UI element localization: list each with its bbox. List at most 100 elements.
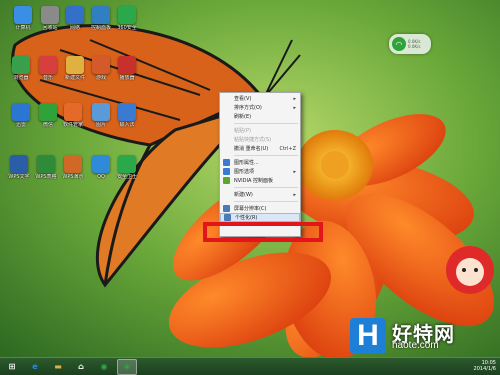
menu-separator (234, 155, 298, 156)
mascot (446, 246, 494, 294)
app-icon: ◉ (100, 362, 108, 371)
desktop-icon[interactable]: 软件管家 (60, 103, 86, 128)
guard-button[interactable]: ◈ (117, 358, 137, 375)
computer-icon (14, 6, 32, 24)
context-menu-item: 粘贴快捷方式(S) (220, 135, 300, 144)
music-icon (39, 56, 57, 74)
wifi-icon: ◠ (392, 37, 406, 51)
browser-icon (12, 56, 30, 74)
watermark-logo: H (350, 318, 386, 354)
wps-w-icon (10, 155, 28, 173)
explorer-button[interactable]: ▬ (48, 359, 68, 375)
thunder-icon (12, 103, 30, 121)
desktop-icon-label: 播放器 (119, 75, 135, 81)
desktop-icon-label: 安全卫士 (116, 174, 137, 180)
desktop-icon[interactable]: 新建文件 (62, 56, 88, 81)
clock-date: 2014/1/6 (473, 366, 496, 372)
game-icon (92, 56, 110, 74)
recycle-bin-icon (41, 6, 59, 24)
desktop-icon-label: 迅雷 (15, 122, 26, 128)
context-menu-item[interactable]: 图形属性... (220, 158, 300, 167)
taskbar-clock[interactable]: 10:05 2014/1/6 (474, 360, 496, 372)
desktop-icon-label: 360安全 (117, 25, 137, 31)
desktop-icon[interactable]: 网络 (62, 6, 88, 31)
submenu-arrow-icon: ▸ (293, 104, 296, 111)
menu-item-label: 撤消 重命名(U) (234, 146, 269, 152)
menu-item-label: 粘贴(P) (234, 128, 251, 134)
menu-separator (234, 201, 298, 202)
context-menu-item[interactable]: 图形选项 ▸ (220, 167, 300, 176)
menu-item-icon (223, 168, 230, 175)
windows-start-icon: ⊞ (8, 362, 16, 371)
menu-item-label: 查看(V) (234, 96, 252, 102)
desktop-icon[interactable]: WPS文字 (6, 155, 32, 180)
desktop-icon[interactable]: 360安全 (114, 6, 140, 31)
shield-icon (118, 6, 136, 24)
desktop-icon-label: 浏览器 (13, 75, 29, 81)
network-icon (66, 6, 84, 24)
folder-icon (66, 56, 84, 74)
folder-icon: ▬ (54, 362, 62, 371)
desktop-icon[interactable]: 图片 (88, 103, 114, 128)
menu-item-icon (223, 205, 230, 212)
desktop-context-menu: 查看(V) ▸ 排序方式(O) ▸ 刷新(E) 粘贴(P) 粘贴快捷方式(S) 撤消 重命名(… (219, 92, 301, 237)
desktop-icon-label: WPS文字 (8, 174, 30, 180)
desktop-icon[interactable]: 安全卫士 (114, 155, 140, 180)
desktop-icon[interactable]: 播放器 (114, 56, 140, 81)
start-button[interactable]: ⊞ (2, 359, 22, 375)
desktop-icon-label: 软件管家 (62, 122, 83, 128)
menu-item-icon (223, 159, 230, 166)
menu-item-label: 屏幕分辨率(C) (234, 206, 267, 212)
menu-item-label: 新建(W) (234, 192, 253, 198)
desktop-icon-label: WPS表格 (35, 174, 57, 180)
ie-button[interactable]: e (25, 359, 45, 375)
context-menu-item[interactable]: 刷新(E) (220, 112, 300, 121)
network-rates: 0.0K/s 0.0K/s (408, 39, 420, 49)
desktop-icon[interactable]: 计算机 (10, 6, 36, 31)
desktop-icon[interactable]: 迅雷 (8, 103, 34, 128)
submenu-arrow-icon: ▸ (293, 168, 296, 175)
network-speed-widget[interactable]: ◠ 0.0K/s 0.0K/s (389, 34, 431, 54)
app-button[interactable]: ◉ (94, 359, 114, 375)
home-button[interactable]: ⌂ (71, 359, 91, 375)
desktop-icon[interactable]: 浏览器 (8, 56, 34, 81)
desktop-icon[interactable]: 音乐 (35, 56, 61, 81)
menu-item-shortcut: Ctrl+Z (279, 145, 296, 152)
site-watermark: H 好特网 haote.com (350, 318, 498, 358)
taskbar: ⊞ e ▬ ⌂ ◉ ◈ 10:05 2014/1/6 (0, 357, 500, 375)
manager-icon (64, 103, 82, 121)
context-menu-item[interactable]: 撤消 重命名(U) Ctrl+Z (220, 144, 300, 153)
desktop-icon-label: WPS演示 (62, 174, 84, 180)
context-menu-item[interactable]: 屏幕分辨率(C) (220, 204, 300, 213)
guard-icon (118, 155, 136, 173)
control-panel-icon (92, 6, 110, 24)
download-rate: 0.0K/s (408, 44, 421, 49)
desktop-icon[interactable]: QQ (88, 155, 114, 180)
context-menu-item[interactable]: 新建(W) ▸ (220, 190, 300, 199)
submenu-arrow-icon: ▸ (293, 191, 296, 198)
menu-separator (234, 187, 298, 188)
wps-s-icon (37, 155, 55, 173)
menu-item-icon (224, 214, 231, 221)
desktop-icon[interactable]: WPS演示 (60, 155, 86, 180)
guard-icon: ◈ (123, 362, 131, 371)
wps-p-icon (64, 155, 82, 173)
picture-icon (92, 103, 110, 121)
context-menu-item[interactable]: 排序方式(O) ▸ (220, 103, 300, 112)
desktop-icon[interactable]: 输入法 (114, 103, 140, 128)
submenu-arrow-icon: ▸ (293, 95, 296, 102)
desktop-icon[interactable]: WPS表格 (33, 155, 59, 180)
desktop-icon-label: 输入法 (119, 122, 135, 128)
menu-item-icon (223, 177, 230, 184)
context-menu-item[interactable]: 个性化(R) (220, 213, 300, 222)
desktop-icon-label: 音乐 (42, 75, 53, 81)
context-menu-item[interactable]: NVIDIA 控制面板 (220, 176, 300, 185)
context-menu-item[interactable]: 查看(V) ▸ (220, 94, 300, 103)
wechat-icon (39, 103, 57, 121)
menu-item-label: 图形属性... (234, 160, 259, 166)
menu-item-label: 粘贴快捷方式(S) (234, 137, 272, 143)
desktop-icon[interactable]: 控制面板 (88, 6, 114, 31)
keyboard-icon (118, 103, 136, 121)
ie-icon: e (32, 362, 38, 371)
desktop-icon[interactable]: 游戏 (88, 56, 114, 81)
